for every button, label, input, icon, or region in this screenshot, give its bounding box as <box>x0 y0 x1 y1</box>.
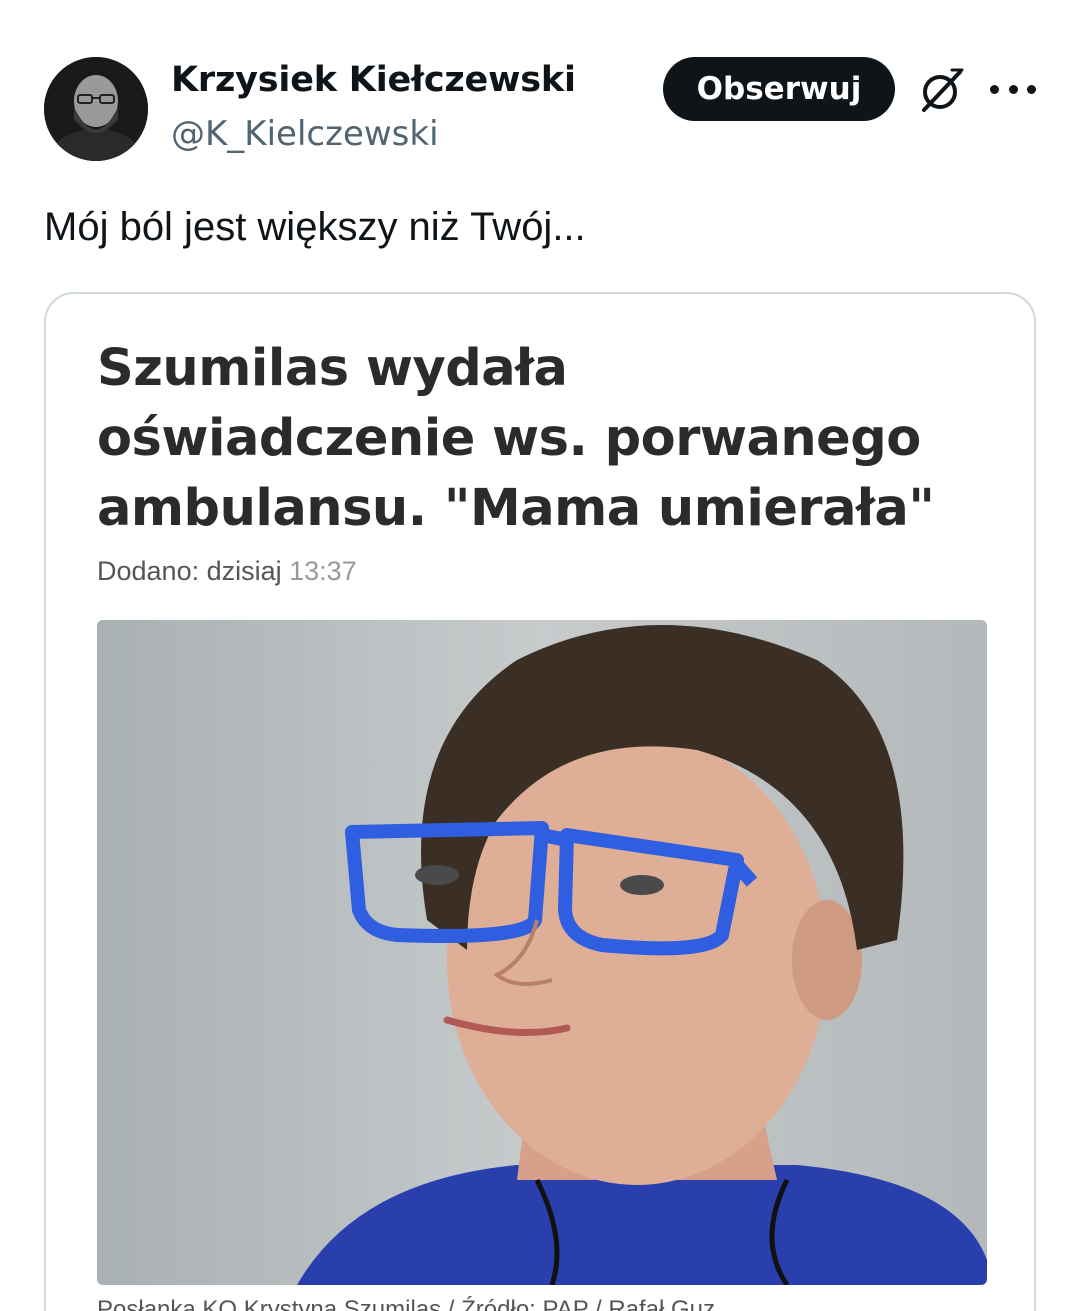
tweet-text: Mój ból jest większy niż Twój... <box>44 205 586 249</box>
photo-caption: Posłanka KO Krystyna Szumilas / Źródło: … <box>97 1296 716 1311</box>
author-handle[interactable]: @K_Kielczewski <box>171 114 439 154</box>
added-label: Dodano: dzisiaj <box>97 556 282 586</box>
article-screenshot-card[interactable]: Szumilas wydała oświadczenie ws. porwane… <box>44 292 1036 1311</box>
article-dateline: Dodano: dzisiaj 13:37 <box>97 556 357 587</box>
article-headline: Szumilas wydała oświadczenie ws. porwane… <box>97 339 935 538</box>
article-photo <box>97 620 987 1285</box>
more-options-icon[interactable] <box>990 74 1036 104</box>
follow-button[interactable]: Obserwuj <box>663 57 895 121</box>
tweet-header: Krzysiek Kiełczewski @K_Kielczewski Obse… <box>0 0 1080 170</box>
article-time: 13:37 <box>289 556 357 586</box>
avatar[interactable] <box>44 57 148 161</box>
grok-icon[interactable] <box>918 66 966 114</box>
author-name[interactable]: Krzysiek Kiełczewski <box>171 60 576 100</box>
